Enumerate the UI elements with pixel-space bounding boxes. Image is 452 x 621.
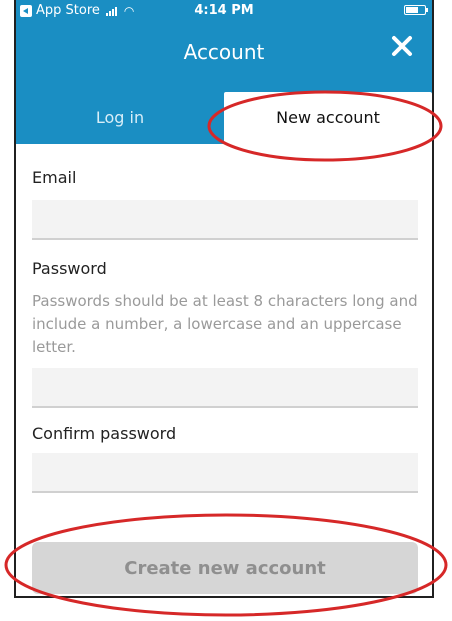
status-bar: App Store ◠ 4:14 PM (16, 0, 432, 22)
close-icon (392, 36, 412, 56)
password-label: Password (32, 259, 107, 278)
email-field[interactable] (32, 200, 418, 240)
password-field[interactable] (32, 368, 418, 408)
close-button[interactable] (388, 32, 416, 60)
email-label: Email (32, 168, 77, 187)
account-header: Account (16, 22, 432, 82)
password-hint: Passwords should be at least 8 character… (32, 292, 418, 356)
confirm-password-label: Confirm password (32, 424, 177, 443)
tab-log-in[interactable]: Log in (16, 92, 224, 144)
phone-screen: App Store ◠ 4:14 PM Account Log in New a… (14, 0, 434, 598)
battery-icon (404, 5, 428, 15)
account-tabs: Log in New account (16, 82, 432, 144)
tab-new-account[interactable]: New account (224, 92, 432, 144)
create-new-account-button[interactable]: Create new account (32, 542, 418, 594)
status-time: 4:14 PM (194, 3, 254, 18)
confirm-password-field[interactable] (32, 453, 418, 493)
page-title: Account (183, 40, 265, 64)
